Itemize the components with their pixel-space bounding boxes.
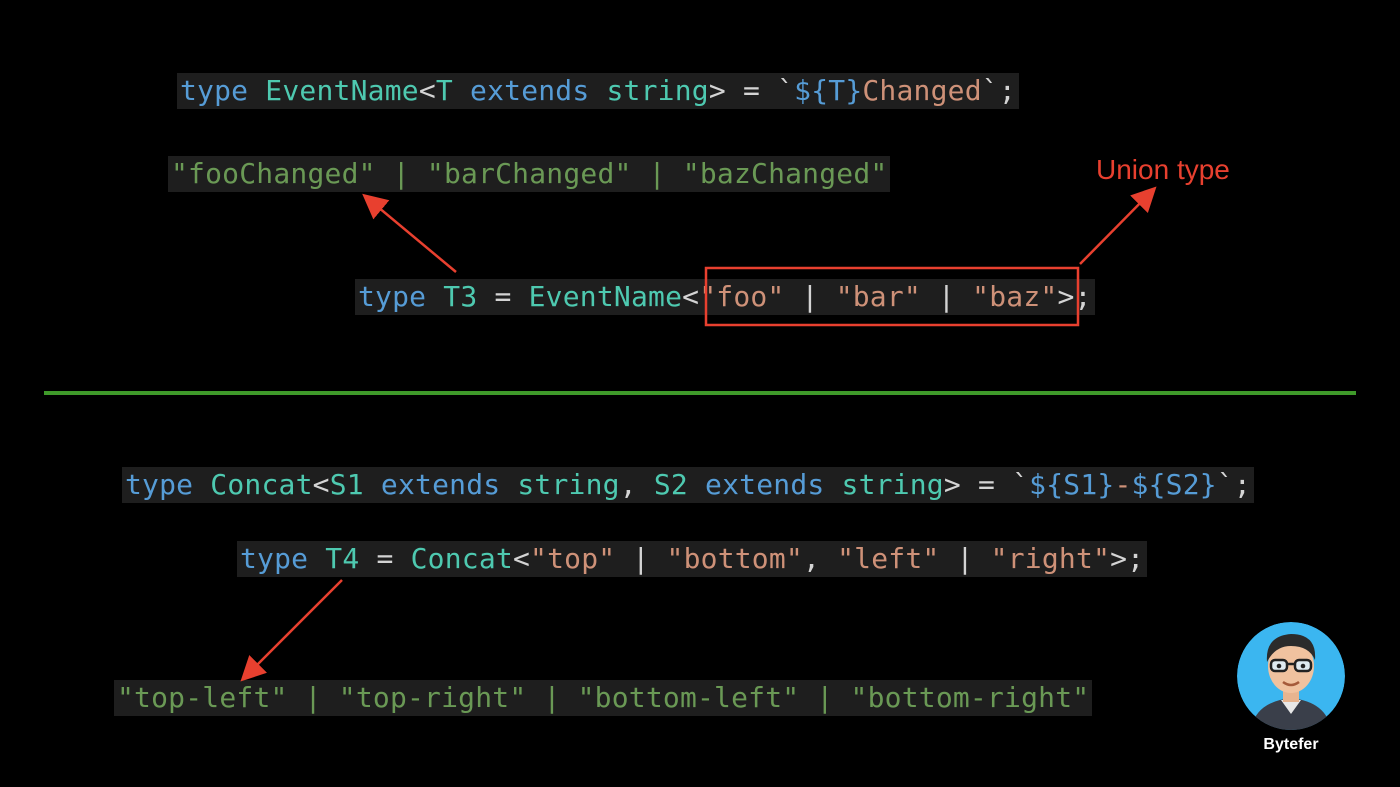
arrow-to-concat-result [240, 579, 343, 682]
avatar-icon [1237, 622, 1345, 730]
annotation-overlay [44, 186, 1356, 682]
arrow-to-event-result [362, 193, 457, 273]
union-highlight-box [704, 266, 1080, 327]
brand-name: Bytefer [1263, 736, 1319, 753]
arrow-to-union-label [1079, 186, 1157, 265]
